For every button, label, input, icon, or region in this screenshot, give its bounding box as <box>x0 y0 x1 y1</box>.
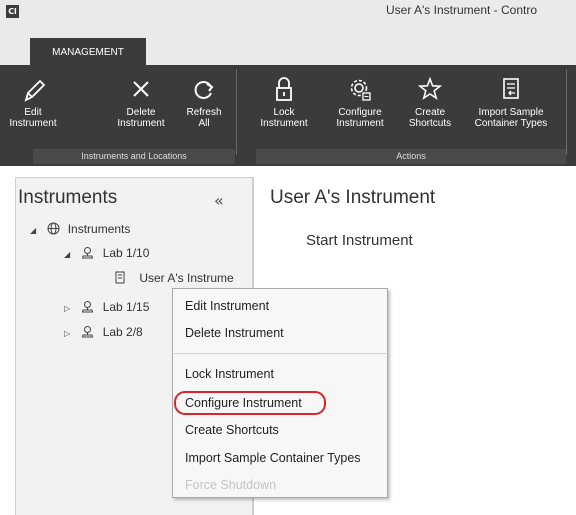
group-instruments-and-locations: Instruments and Locations <box>33 149 235 164</box>
tree-item-user-a-instrument[interactable]: User A's Instrume <box>115 267 234 289</box>
star-icon <box>417 76 443 100</box>
create-shortcuts-button[interactable]: Create Shortcuts <box>402 73 458 141</box>
lock-instrument-button[interactable]: Lock Instrument <box>256 73 312 141</box>
delete-instrument-label-1: Delete <box>126 107 156 118</box>
create-shortcuts-label-1: Create <box>414 107 445 118</box>
import-sample-container-types-label-1: Import Sample <box>478 107 544 118</box>
lock-instrument-label-1: Lock <box>273 107 295 118</box>
import-icon <box>503 78 519 99</box>
menu-item-force-shutdown: Force Shutdown <box>185 478 277 492</box>
tree-item-lab-1-15[interactable]: ▷ Lab 1/15 <box>64 296 149 318</box>
delete-instrument-label-2: Instrument <box>117 118 165 129</box>
location-icon <box>82 247 94 259</box>
instrument-icon <box>115 271 125 284</box>
lock-icon <box>276 77 292 101</box>
window-title: User A's Instrument - Contro <box>386 3 538 17</box>
ribbon-separator <box>236 69 237 155</box>
tree-item-label: Instruments <box>67 222 131 236</box>
edit-instrument-label-2: Instrument <box>9 118 57 129</box>
ribbon: Edit Instrument Delete Instrument Refres… <box>0 65 576 166</box>
menu-item-create-shortcuts[interactable]: Create Shortcuts <box>185 419 279 441</box>
refresh-all-label-2: All <box>198 118 210 129</box>
lock-instrument-label-2: Instrument <box>260 118 308 129</box>
menu-item-import-sample-container-types[interactable]: Import Sample Container Types <box>185 447 361 469</box>
app-logo: Cl <box>6 5 19 18</box>
pencil-icon <box>24 79 46 102</box>
delete-instrument-button[interactable]: Delete Instrument <box>110 73 172 141</box>
tree-item-label: Lab 2/8 <box>102 325 143 339</box>
menu-item-lock-instrument[interactable]: Lock Instrument <box>185 363 274 385</box>
expand-caret-icon[interactable]: ◢ <box>64 244 74 266</box>
menu-separator <box>174 353 386 354</box>
configure-instrument-label-1: Configure <box>338 107 382 118</box>
edit-instrument-label-1: Edit <box>24 107 42 118</box>
menu-item-delete-instrument[interactable]: Delete Instrument <box>185 322 284 344</box>
tree-item-lab-2-8[interactable]: ▷ Lab 2/8 <box>64 321 143 343</box>
tree-item-lab-1-10[interactable]: ◢ Lab 1/10 <box>64 242 149 264</box>
collapse-sidebar-button[interactable]: « <box>214 191 224 210</box>
import-sample-container-types-button[interactable]: Import Sample Container Types <box>468 73 554 141</box>
highlight-annotation <box>174 391 326 415</box>
expand-caret-icon[interactable]: ▷ <box>64 298 74 320</box>
group-actions: Actions <box>256 149 566 164</box>
sidebar-title: Instruments <box>18 187 118 208</box>
configure-instrument-label-2: Instrument <box>336 118 384 129</box>
create-shortcuts-label-2: Shortcuts <box>408 118 452 129</box>
configure-instrument-button[interactable]: Configure Instrument <box>330 73 390 141</box>
refresh-all-label-1: Refresh <box>186 107 222 118</box>
import-sample-container-types-label-2: Container Types <box>474 118 548 129</box>
gear-icon <box>350 79 371 101</box>
tree-item-label: Lab 1/10 <box>102 246 150 260</box>
tree-item-label: User A's Instrume <box>139 271 234 285</box>
tab-management[interactable]: MANAGEMENT <box>30 38 146 65</box>
expand-caret-icon[interactable]: ◢ <box>30 220 40 242</box>
tree-item-instruments[interactable]: ◢ Instruments <box>30 218 130 240</box>
edit-instrument-button[interactable]: Edit Instrument <box>2 73 64 141</box>
expand-caret-icon[interactable]: ▷ <box>64 323 74 345</box>
location-icon <box>82 301 94 313</box>
menu-item-edit-instrument[interactable]: Edit Instrument <box>185 295 269 317</box>
refresh-icon <box>194 81 214 99</box>
page-title: User A's Instrument <box>270 187 436 208</box>
ribbon-separator <box>566 69 567 155</box>
refresh-all-button[interactable]: Refresh All <box>178 73 230 141</box>
tree-item-label: Lab 1/15 <box>102 300 150 314</box>
start-instrument-link[interactable]: Start Instrument <box>306 232 413 249</box>
location-icon <box>82 326 94 338</box>
globe-icon <box>47 222 60 235</box>
close-icon <box>133 81 149 97</box>
